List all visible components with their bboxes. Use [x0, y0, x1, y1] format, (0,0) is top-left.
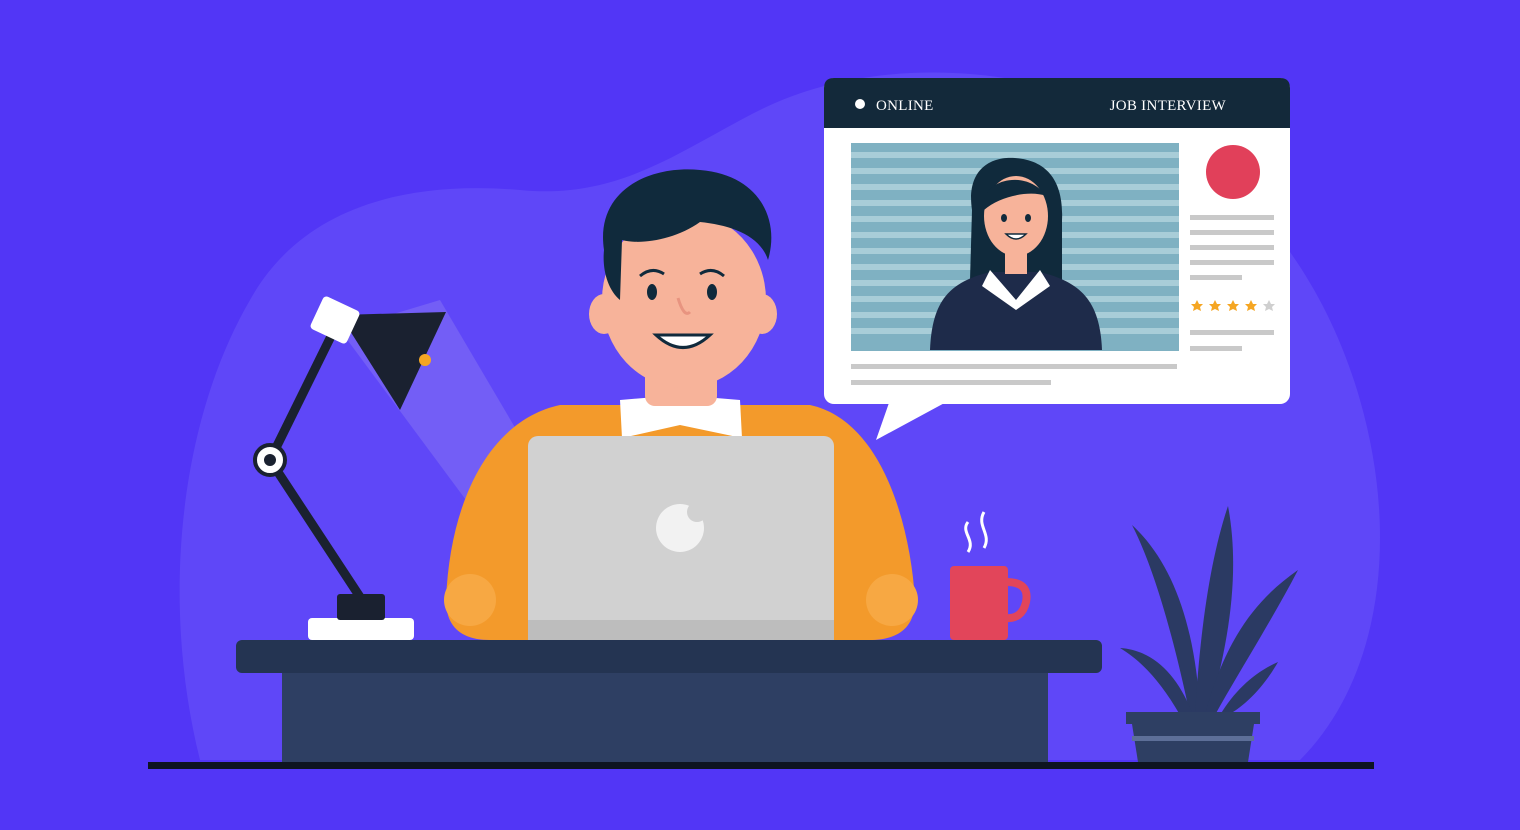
- record-icon[interactable]: [1206, 145, 1260, 199]
- interview-window: ONLINE JOB INTERVIEW: [824, 78, 1290, 440]
- desk: [236, 640, 1102, 762]
- window-title: JOB INTERVIEW: [1110, 98, 1227, 114]
- floor-line: [148, 762, 1374, 769]
- online-status-dot: [855, 99, 865, 109]
- laptop-icon: [528, 436, 834, 640]
- illustration: ONLINE JOB INTERVIEW: [148, 72, 1380, 769]
- online-status-label: ONLINE: [876, 98, 934, 114]
- video-feed: [851, 143, 1179, 351]
